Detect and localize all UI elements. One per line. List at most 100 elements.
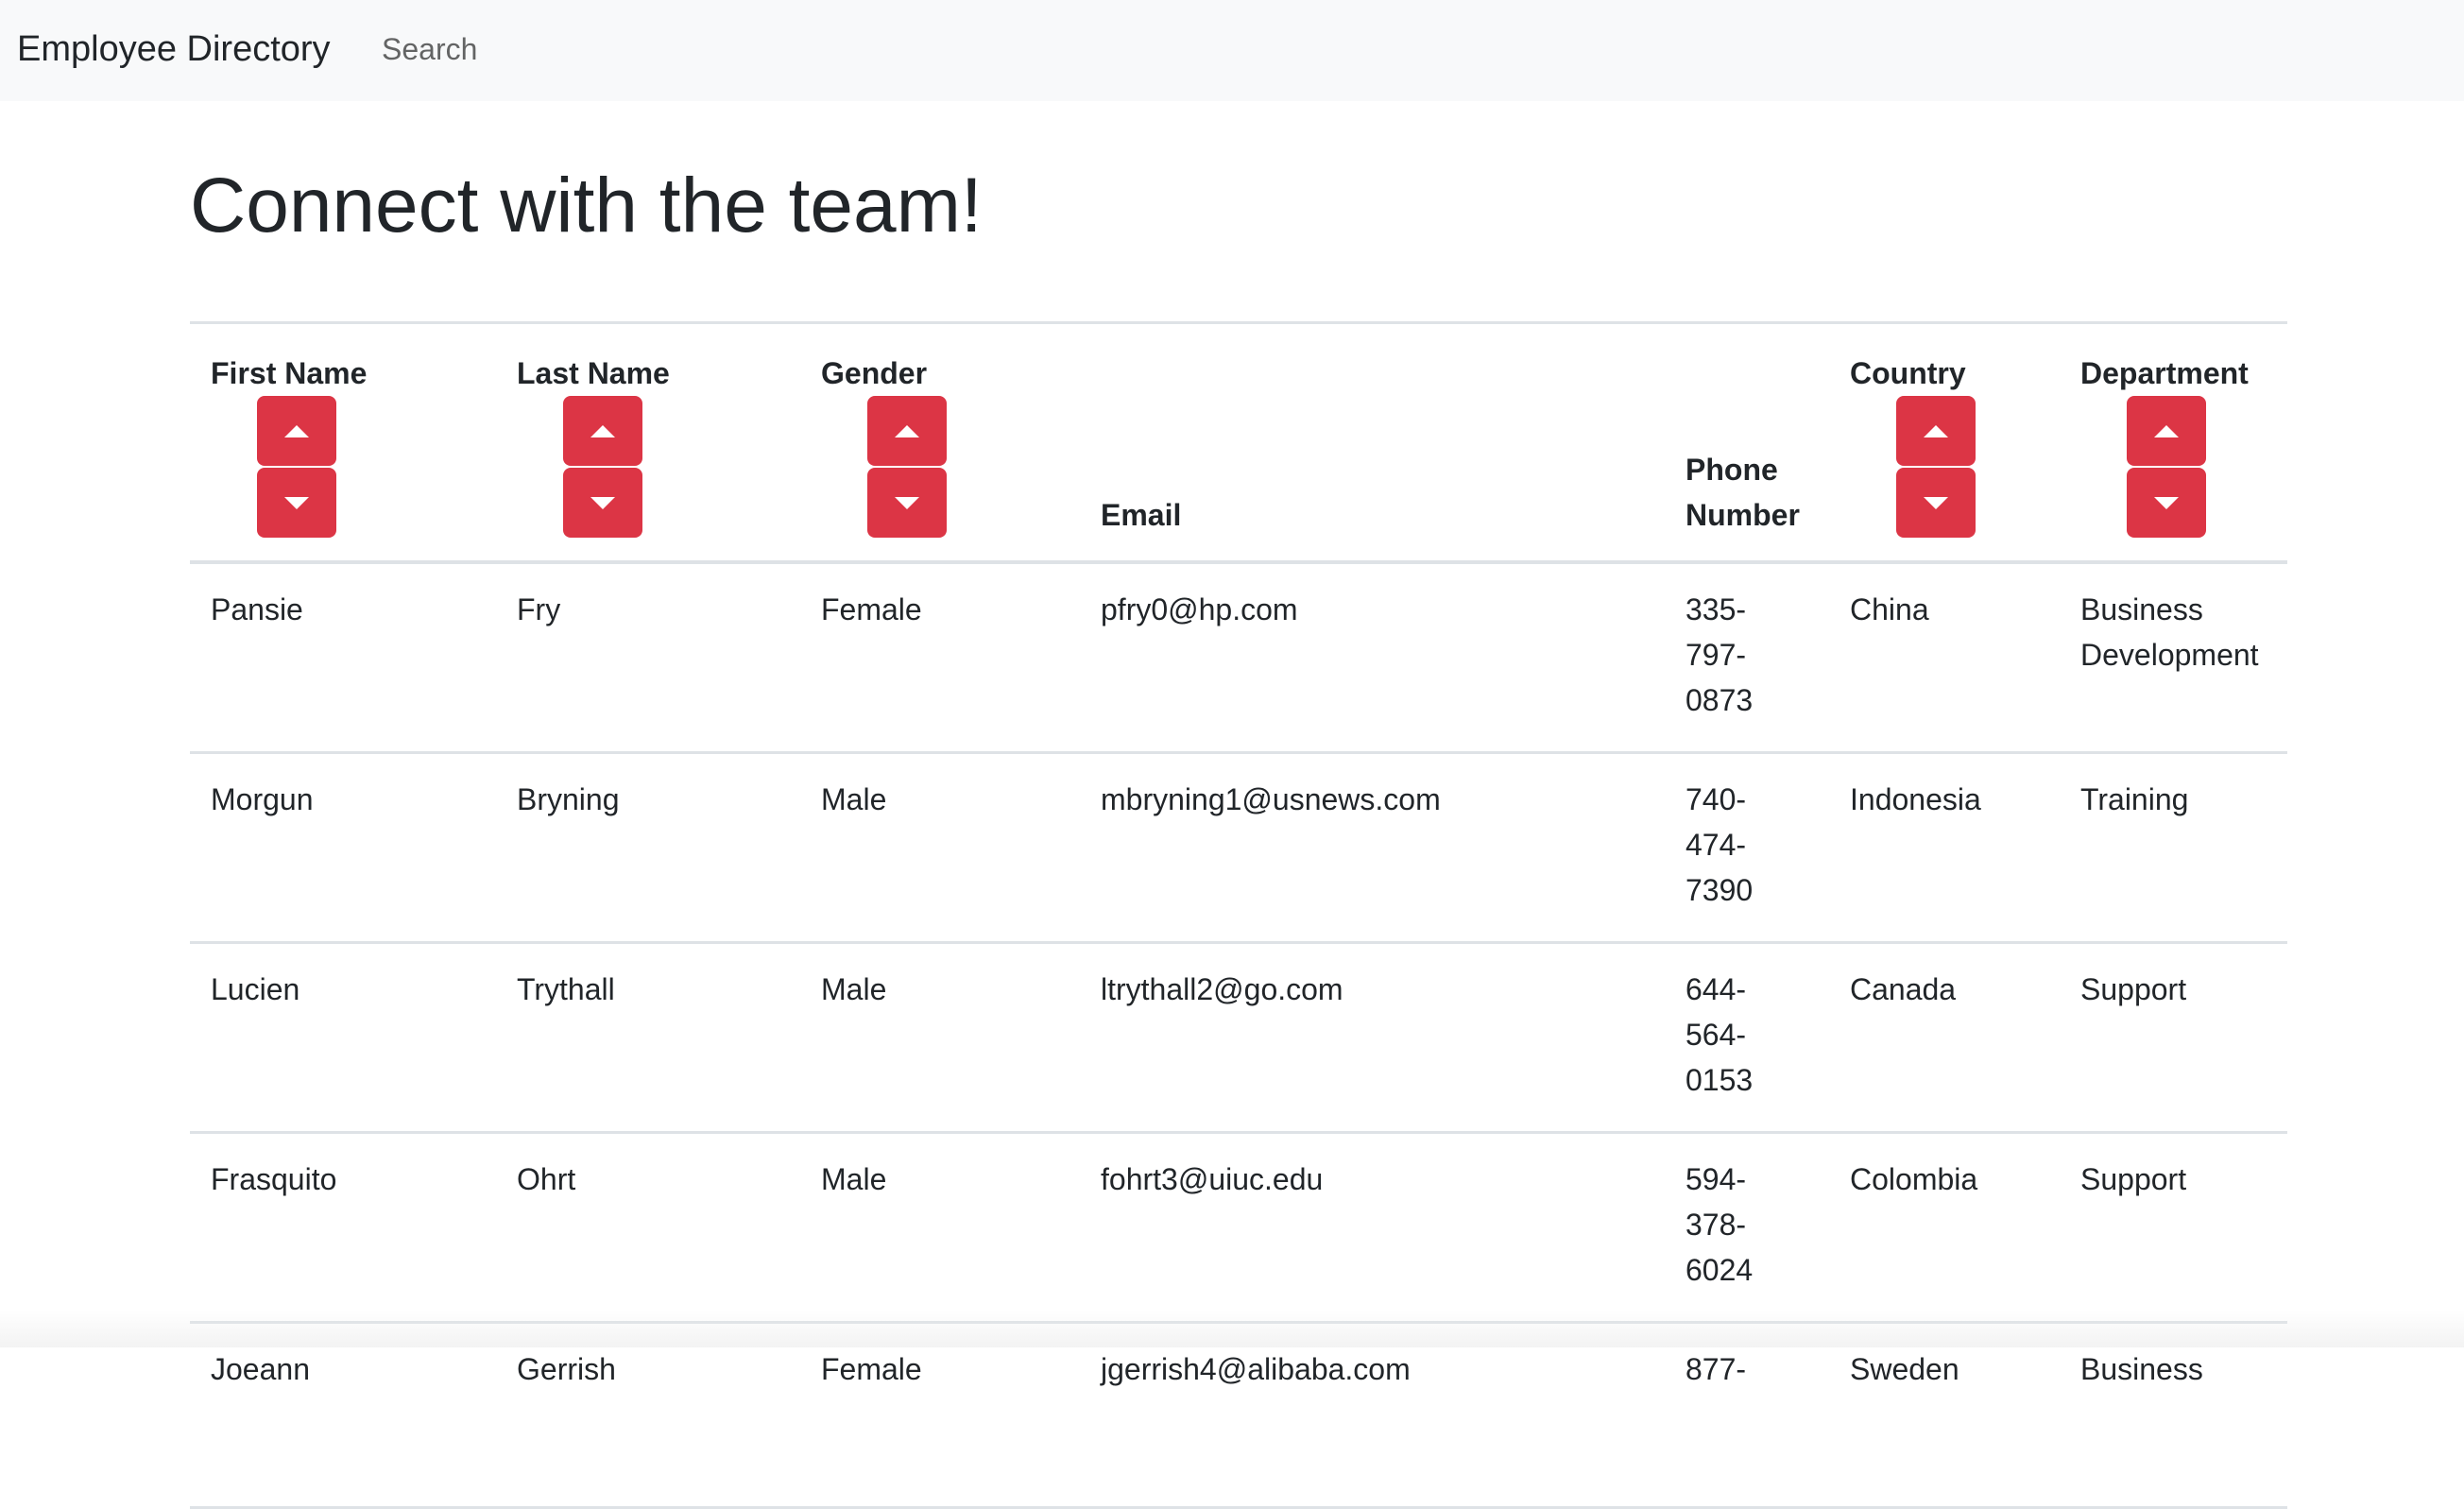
cell-phone: 877- xyxy=(1665,1323,1829,1508)
cell-department: Business xyxy=(2060,1323,2287,1508)
table-body: Pansie Fry Female pfry0@hp.com 335- 797- 0… xyxy=(190,562,2287,1508)
cell-email: fohrt3@uiuc.edu xyxy=(1101,1162,1324,1196)
phone-part: 740- xyxy=(1685,782,1747,816)
sort-first-name-desc-button[interactable] xyxy=(257,468,336,538)
cell-gender: Male xyxy=(821,1162,887,1196)
sort-gender-asc-button[interactable] xyxy=(867,396,947,466)
sort-country-asc-button[interactable] xyxy=(1896,396,1976,466)
cell-first-name: Frasquito xyxy=(211,1162,337,1196)
caret-up-icon xyxy=(895,424,919,437)
cell-gender: Female xyxy=(821,1352,922,1386)
header-label: Last Name xyxy=(517,356,670,390)
phone-part: 877- xyxy=(1685,1352,1747,1386)
caret-up-icon xyxy=(2154,424,2179,437)
department-part: Training xyxy=(2080,782,2189,816)
sort-last-name-asc-button[interactable] xyxy=(563,396,642,466)
cell-department: Support xyxy=(2060,943,2287,1133)
sort-department-desc-button[interactable] xyxy=(2127,468,2206,538)
sort-department-asc-button[interactable] xyxy=(2127,396,2206,466)
header-department: Department xyxy=(2060,323,2287,563)
table-row: Morgun Bryning Male mbryning1@usnews.com… xyxy=(190,753,2287,943)
cell-first-name: Lucien xyxy=(211,972,300,1006)
cell-email: ltrythall2@go.com xyxy=(1101,972,1343,1006)
header-label: Email xyxy=(1101,498,1182,532)
phone-part: 7390 xyxy=(1685,873,1754,907)
cell-country: Sweden xyxy=(1850,1352,1959,1386)
caret-down-icon xyxy=(284,496,309,509)
header-first-name: First Name xyxy=(190,323,496,563)
header-label: Department xyxy=(2080,356,2249,390)
phone-part: 0873 xyxy=(1685,683,1754,717)
phone-part: 564- xyxy=(1685,1018,1747,1052)
table-row: Joeann Gerrish Female jgerrish4@alibaba.… xyxy=(190,1323,2287,1508)
cell-last-name: Gerrish xyxy=(517,1352,616,1386)
cell-last-name: Ohrt xyxy=(517,1162,576,1196)
cell-phone: 740- 474- 7390 xyxy=(1665,753,1829,943)
header-gender: Gender xyxy=(800,323,1080,563)
cell-phone: 594- 378- 6024 xyxy=(1665,1133,1829,1323)
table-header: First Name Last Name Gender Email Phone … xyxy=(190,322,2287,563)
sort-gender-desc-button[interactable] xyxy=(867,468,947,538)
phone-part: 594- xyxy=(1685,1162,1747,1196)
phone-part: 378- xyxy=(1685,1208,1747,1242)
department-part: Business xyxy=(2080,592,2203,626)
cell-phone: 335- 797- 0873 xyxy=(1665,562,1829,753)
nav-link-search[interactable]: Search xyxy=(382,30,477,68)
sort-first-name-asc-button[interactable] xyxy=(257,396,336,466)
caret-up-icon xyxy=(1924,424,1948,437)
caret-down-icon xyxy=(895,496,919,509)
brand-link[interactable]: Employee Directory xyxy=(17,26,331,72)
header-country: Country xyxy=(1829,323,2060,563)
table-row: Lucien Trythall Male ltrythall2@go.com 6… xyxy=(190,943,2287,1133)
cell-gender: Male xyxy=(821,782,887,816)
bottom-fade xyxy=(0,1310,2464,1347)
department-part: Business xyxy=(2080,1352,2203,1386)
cell-first-name: Pansie xyxy=(211,592,303,626)
header-last-name: Last Name xyxy=(496,323,800,563)
caret-up-icon xyxy=(590,424,615,437)
table-row: Frasquito Ohrt Male fohrt3@uiuc.edu 594-… xyxy=(190,1133,2287,1323)
header-email: Email xyxy=(1080,323,1665,563)
header-label: Phone xyxy=(1685,453,1778,487)
cell-email: pfry0@hp.com xyxy=(1101,592,1298,626)
header-label: Country xyxy=(1850,356,1966,390)
cell-department: Support xyxy=(2060,1133,2287,1323)
sort-country-desc-button[interactable] xyxy=(1896,468,1976,538)
cell-email: mbryning1@usnews.com xyxy=(1101,782,1441,816)
cell-email: jgerrish4@alibaba.com xyxy=(1101,1352,1411,1386)
header-label: Number xyxy=(1685,498,1800,532)
cell-last-name: Bryning xyxy=(517,782,620,816)
cell-country: Indonesia xyxy=(1850,782,1981,816)
phone-part: 6024 xyxy=(1685,1253,1754,1287)
caret-down-icon xyxy=(1924,496,1948,509)
department-part: Support xyxy=(2080,1162,2187,1196)
cell-country: Colombia xyxy=(1850,1162,1978,1196)
page-title: Connect with the team! xyxy=(190,163,983,249)
header-label: First Name xyxy=(211,356,368,390)
cell-last-name: Trythall xyxy=(517,972,615,1006)
cell-country: China xyxy=(1850,592,1929,626)
header-label: Gender xyxy=(821,356,928,390)
navbar: Employee Directory Search xyxy=(0,0,2464,101)
department-part: Development xyxy=(2080,638,2259,672)
cell-phone: 644- 564- 0153 xyxy=(1665,943,1829,1133)
cell-gender: Female xyxy=(821,592,922,626)
cell-department: Training xyxy=(2060,753,2287,943)
phone-part: 644- xyxy=(1685,972,1747,1006)
phone-part: 0153 xyxy=(1685,1063,1754,1097)
phone-part: 335- xyxy=(1685,592,1747,626)
cell-first-name: Joeann xyxy=(211,1352,310,1386)
caret-down-icon xyxy=(590,496,615,509)
department-part: Support xyxy=(2080,972,2187,1006)
cell-gender: Male xyxy=(821,972,887,1006)
caret-up-icon xyxy=(284,424,309,437)
header-phone-number: Phone Number xyxy=(1665,323,1829,563)
cell-country: Canada xyxy=(1850,972,1957,1006)
table-row: Pansie Fry Female pfry0@hp.com 335- 797- 0… xyxy=(190,562,2287,753)
cell-last-name: Fry xyxy=(517,592,561,626)
phone-part: 797- xyxy=(1685,638,1747,672)
phone-part: 474- xyxy=(1685,828,1747,862)
sort-last-name-desc-button[interactable] xyxy=(563,468,642,538)
cell-first-name: Morgun xyxy=(211,782,314,816)
caret-down-icon xyxy=(2154,496,2179,509)
